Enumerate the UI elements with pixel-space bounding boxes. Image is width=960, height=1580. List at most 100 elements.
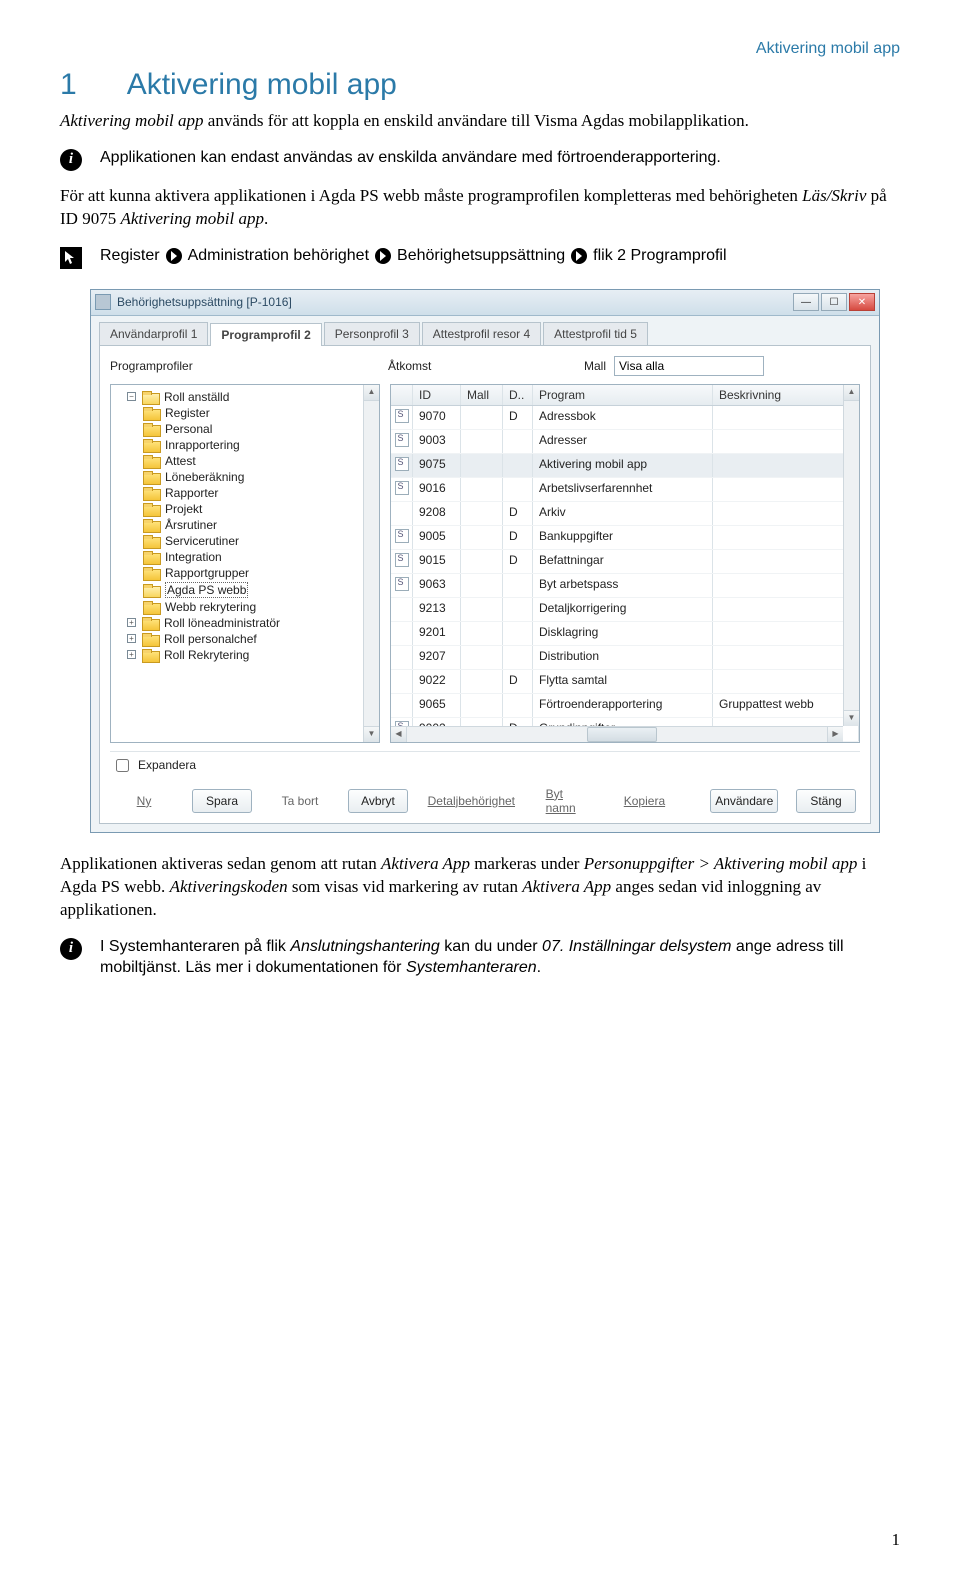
detaljbehorighet-button[interactable]: Detaljbehörighet: [426, 789, 517, 813]
scroll-right-icon[interactable]: ▶: [827, 727, 843, 742]
scroll-down-icon[interactable]: ▼: [364, 726, 379, 742]
col-mall[interactable]: Mall: [461, 385, 503, 405]
kopiera-button[interactable]: Kopiera: [614, 789, 674, 813]
maximize-button[interactable]: ☐: [821, 293, 847, 311]
intro-rest: används för att koppla en enskild använd…: [204, 111, 749, 130]
tree-item[interactable]: Löneberäkning: [113, 469, 377, 485]
table-row[interactable]: 9208DArkiv: [391, 502, 859, 526]
breadcrumb-row: Register Administration behörighet Behör…: [60, 245, 900, 269]
tab-anvandarprofil[interactable]: Användarprofil 1: [99, 322, 208, 345]
table-row[interactable]: 9213Detaljkorrigering: [391, 598, 859, 622]
tree-item[interactable]: Agda PS webb: [113, 581, 377, 599]
tree-toggle-icon[interactable]: +: [127, 618, 136, 627]
table-row[interactable]: 9070DAdressbok: [391, 406, 859, 430]
p3-b: Aktivera App: [381, 854, 470, 873]
col-lock[interactable]: [391, 385, 413, 405]
tree-item-label: Servicerutiner: [165, 534, 239, 548]
table-row[interactable]: 9016Arbetslivserfarennhet: [391, 478, 859, 502]
col-d[interactable]: D..: [503, 385, 533, 405]
tree-item-label: Inrapportering: [165, 438, 240, 452]
cursor-icon: [60, 247, 82, 269]
lock-empty-icon: [395, 505, 409, 519]
tree-item[interactable]: Rapportgrupper: [113, 565, 377, 581]
breadcrumb-a: Register: [100, 245, 160, 267]
col-beskrivning[interactable]: Beskrivning: [713, 385, 859, 405]
table-row[interactable]: 9022DFlytta samtal: [391, 670, 859, 694]
close-button[interactable]: ✕: [849, 293, 875, 311]
i2-f: Systemhanteraren: [406, 959, 537, 976]
cell-program: Adresser: [533, 430, 713, 453]
titlebar[interactable]: Behörighetsuppsättning [P-1016] — ☐ ✕: [91, 290, 879, 316]
cell-mall: [461, 430, 503, 453]
breadcrumb: Register Administration behörighet Behör…: [100, 245, 727, 267]
tab-attestprofil-tid[interactable]: Attestprofil tid 5: [543, 322, 648, 345]
table-row[interactable]: 9063Byt arbetspass: [391, 574, 859, 598]
grid-vscrollbar[interactable]: ▲ ▼: [843, 385, 859, 726]
scroll-up-icon[interactable]: ▲: [844, 385, 859, 401]
tab-personprofil[interactable]: Personprofil 3: [324, 322, 420, 345]
paragraph-3: Applikationen aktiveras sedan genom att …: [60, 853, 900, 922]
tree-toggle-icon[interactable]: −: [127, 392, 136, 401]
mid-split: −Roll anställdRegisterPersonalInrapporte…: [110, 384, 860, 743]
tree-item-label: Roll personalchef: [164, 632, 257, 646]
cell-d: [503, 598, 533, 621]
bytnamn-button[interactable]: Byt namn: [535, 789, 597, 813]
grid-body[interactable]: 9070DAdressbok9003Adresser9075Aktivering…: [391, 406, 859, 742]
scroll-up-icon[interactable]: ▲: [364, 385, 379, 401]
tree-item[interactable]: +Roll Rekrytering: [113, 647, 377, 663]
table-row[interactable]: 9005DBankuppgifter: [391, 526, 859, 550]
tree-item[interactable]: + Roll personalchef: [113, 631, 377, 647]
cell-mall: [461, 622, 503, 645]
table-row[interactable]: 9201Disklagring: [391, 622, 859, 646]
ny-button[interactable]: Ny: [114, 789, 174, 813]
header-right-text: Aktivering mobil app: [756, 40, 900, 57]
tree-item[interactable]: Rapporter: [113, 485, 377, 501]
table-row[interactable]: 9065FörtroenderapporteringGruppattest we…: [391, 694, 859, 718]
spara-button[interactable]: Spara: [192, 789, 252, 813]
breadcrumb-c: Behörighetsuppsättning: [397, 245, 565, 267]
scroll-left-icon[interactable]: ◀: [391, 727, 407, 742]
tree-item[interactable]: Årsrutiner: [113, 517, 377, 533]
expandera-checkbox[interactable]: [116, 759, 129, 772]
lock-empty-icon: [395, 649, 409, 663]
mall-filter-dropdown[interactable]: [614, 356, 764, 376]
stang-button[interactable]: Stäng: [796, 789, 856, 813]
row-lock-cell: [391, 526, 413, 549]
tree-item[interactable]: Integration: [113, 549, 377, 565]
tree[interactable]: −Roll anställdRegisterPersonalInrapporte…: [111, 385, 379, 695]
col-program[interactable]: Program: [533, 385, 713, 405]
col-id[interactable]: ID: [413, 385, 461, 405]
app-window: Behörighetsuppsättning [P-1016] — ☐ ✕ An…: [90, 289, 880, 833]
minimize-button[interactable]: —: [793, 293, 819, 311]
tree-item[interactable]: Register: [113, 405, 377, 421]
tree-item[interactable]: Inrapportering: [113, 437, 377, 453]
grid-panel: ID Mall D.. Program Beskrivning 9070DAdr…: [390, 384, 860, 743]
tree-item[interactable]: Personal: [113, 421, 377, 437]
grid-hscrollbar[interactable]: ◀ ▶: [391, 726, 843, 742]
avbryt-button[interactable]: Avbryt: [348, 789, 408, 813]
row-lock-cell: [391, 502, 413, 525]
table-row[interactable]: 9003Adresser: [391, 430, 859, 454]
table-row[interactable]: 9207Distribution: [391, 646, 859, 670]
tree-item[interactable]: Webb rekrytering: [113, 599, 377, 615]
tab-programprofil[interactable]: Programprofil 2: [210, 323, 321, 346]
scroll-down-icon[interactable]: ▼: [844, 710, 859, 726]
tree-item-label: Rapporter: [165, 486, 218, 500]
tab-attestprofil-resor[interactable]: Attestprofil resor 4: [422, 322, 541, 345]
tree-toggle-icon[interactable]: +: [127, 650, 136, 659]
tree-item[interactable]: Servicerutiner: [113, 533, 377, 549]
tree-scrollbar[interactable]: ▲ ▼: [363, 385, 379, 742]
cell-beskrivning: [713, 598, 859, 621]
tree-item[interactable]: Projekt: [113, 501, 377, 517]
tree-item[interactable]: +Roll löneadministratör: [113, 615, 377, 631]
table-row[interactable]: 9075Aktivering mobil app: [391, 454, 859, 478]
window-title: Behörighetsuppsättning [P-1016]: [117, 295, 793, 309]
table-row[interactable]: 9015DBefattningar: [391, 550, 859, 574]
tree-item[interactable]: −Roll anställd: [113, 389, 377, 405]
scroll-thumb[interactable]: [587, 727, 657, 742]
tree-item-label: Attest: [165, 454, 196, 468]
anvandare-button[interactable]: Användare: [710, 789, 778, 813]
tree-toggle-icon[interactable]: +: [127, 634, 136, 643]
tabort-button[interactable]: Ta bort: [270, 789, 330, 813]
tree-item[interactable]: Attest: [113, 453, 377, 469]
